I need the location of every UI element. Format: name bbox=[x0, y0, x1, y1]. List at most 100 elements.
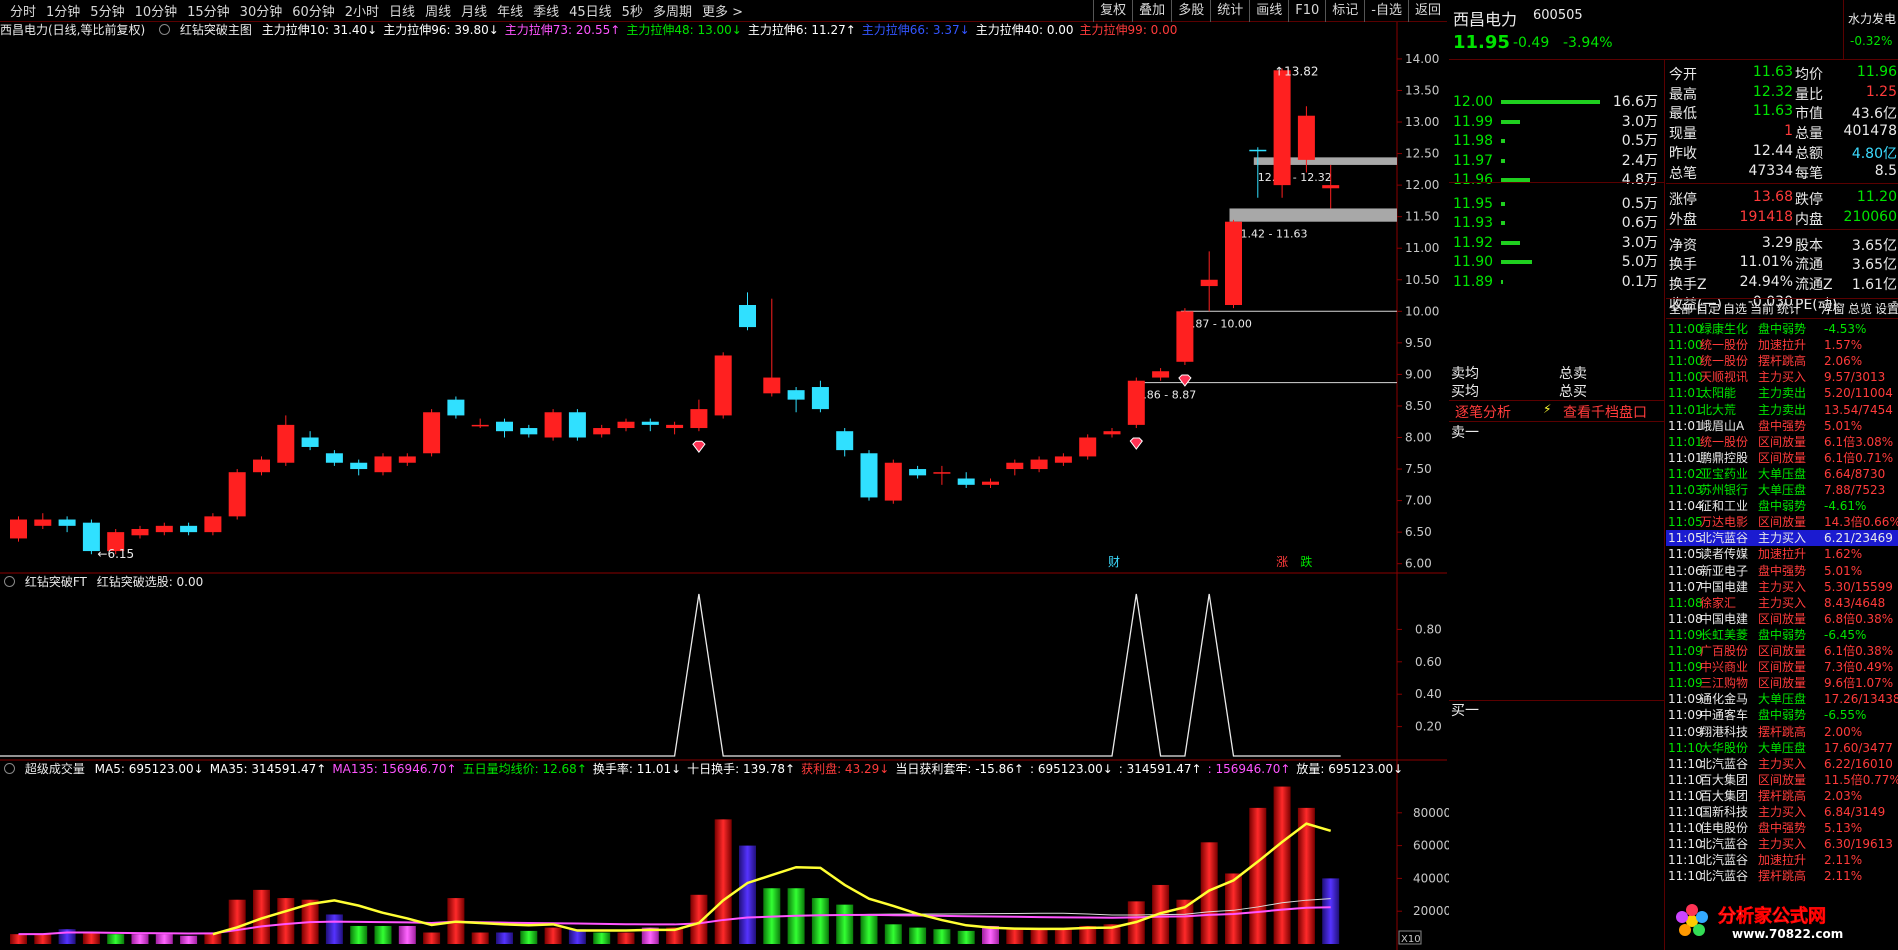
orderbook-row[interactable]: 11.98 0.5万 bbox=[1449, 131, 1664, 151]
feed-row[interactable]: 11:00 绿康生化 盘中弱势 -4.53% bbox=[1666, 321, 1898, 337]
feed-time: 11:06 bbox=[1668, 563, 1703, 578]
red-diamond-icon bbox=[1178, 374, 1192, 387]
feed-tab-2[interactable]: 自选 bbox=[1723, 300, 1747, 317]
feed-value: 6.21/23469 bbox=[1824, 531, 1893, 546]
feed-row[interactable]: 11:09 中通客车 盘中弱势 -6.55% bbox=[1666, 707, 1898, 723]
feed-row[interactable]: 11:00 天顺视讯 主力买入 9.57/3013 bbox=[1666, 369, 1898, 385]
orderbook-row[interactable]: 11.90 5.0万 bbox=[1449, 252, 1664, 272]
feed-value: 5.01% bbox=[1824, 563, 1863, 578]
orderbook-row[interactable]: 11.92 3.0万 bbox=[1449, 233, 1664, 253]
volume-bar bbox=[933, 929, 951, 944]
param-4: 主力拉伸6: 11.27↑ bbox=[747, 23, 856, 37]
orderbook-price: 11.92 bbox=[1453, 234, 1494, 251]
feed-event: 大单压盘 bbox=[1758, 692, 1807, 707]
feed-row[interactable]: 11:00 统一股份 摆杆跳高 2.06% bbox=[1666, 353, 1898, 369]
feed-row[interactable]: 11:10 北汽蓝谷 主力买入 6.30/19613 bbox=[1666, 836, 1898, 852]
feed-row[interactable]: 11:10 大华股份 大单压盘 17.60/3477 bbox=[1666, 740, 1898, 756]
feed-row[interactable]: 11:09 广百股份 区间放量 6.1倍0.38% bbox=[1666, 643, 1898, 659]
candle-body bbox=[253, 459, 270, 473]
feed-time: 11:10 bbox=[1668, 756, 1703, 771]
feed-tab-6[interactable]: 总览 bbox=[1848, 300, 1872, 317]
signal-tick-label: 0.80 bbox=[1415, 622, 1442, 636]
orderbook-row[interactable]: 11.99 3.0万 bbox=[1449, 112, 1664, 132]
feed-row[interactable]: 11:01 峨眉山A 盘中强势 5.01% bbox=[1666, 418, 1898, 434]
feed-row[interactable]: 11:07 中国电建 主力买入 5.30/15599 bbox=[1666, 579, 1898, 595]
orderbook-volume-bar bbox=[1501, 139, 1506, 143]
feed-value: -6.55% bbox=[1824, 708, 1867, 723]
gear-icon[interactable] bbox=[159, 24, 171, 35]
feed-row[interactable]: 11:05 北汽蓝谷 主力买入 6.21/23469 bbox=[1666, 530, 1898, 547]
orderbook-row[interactable]: 11.93 0.6万 bbox=[1449, 213, 1664, 233]
chart-area[interactable]: 14.00 13.50 13.00 12.50 12.00 11.50 11.00 10.50… bbox=[0, 0, 1449, 950]
feed-stock: 国新科技 bbox=[1700, 805, 1749, 819]
mid-indicator-label[interactable]: 红钻突破FT bbox=[25, 575, 87, 589]
price-tick-label: 12.50 bbox=[1405, 147, 1439, 161]
orderbook-row[interactable]: 11.89 0.1万 bbox=[1449, 272, 1664, 292]
feed-row[interactable]: 11:08 徐家汇 主力买入 8.43/4648 bbox=[1666, 595, 1898, 611]
feed-tab-5[interactable]: 浮窗 bbox=[1821, 300, 1845, 317]
gear-icon[interactable] bbox=[4, 576, 15, 587]
volume-bar bbox=[496, 932, 513, 944]
orderbook-row[interactable]: 11.97 2.4万 bbox=[1449, 151, 1664, 171]
feed-value: 1.57% bbox=[1824, 338, 1863, 353]
stat-value: 43.6亿 bbox=[1851, 106, 1897, 123]
feed-row[interactable]: 11:03 苏州银行 大单压盘 7.88/7523 bbox=[1666, 482, 1898, 498]
candle-body bbox=[568, 412, 586, 438]
industry-badge[interactable]: 水力发电 -0.32% bbox=[1843, 0, 1898, 60]
feed-tab-0[interactable]: 全部 bbox=[1669, 300, 1693, 317]
order-depth-link[interactable]: 查看千档盘口 bbox=[1563, 402, 1647, 422]
feed-row[interactable]: 11:10 国新科技 主力买入 6.84/3149 bbox=[1666, 804, 1898, 820]
feed-tab-4[interactable]: 统计 bbox=[1777, 300, 1801, 317]
feed-row[interactable]: 11:10 百大集团 区间放量 11.5倍0.77% bbox=[1666, 772, 1898, 788]
tick-analysis-link[interactable]: 逐笔分析 bbox=[1455, 402, 1511, 422]
feed-stock: 百大集团 bbox=[1700, 772, 1749, 787]
feed-row[interactable]: 11:01 统一股份 区间放量 6.1倍3.08% bbox=[1666, 434, 1898, 450]
gear-icon[interactable] bbox=[4, 763, 15, 774]
orderbook-price: 11.98 bbox=[1453, 133, 1494, 149]
feed-row[interactable]: 11:09 翔港科技 摆杆跳高 2.00% bbox=[1666, 724, 1898, 740]
feed-row[interactable]: 11:10 佳电股份 盘中强势 5.13% bbox=[1666, 820, 1898, 836]
feed-row[interactable]: 11:09 长虹美菱 盘中弱势 -6.45% bbox=[1666, 627, 1898, 643]
orderbook-volume: 0.5万 bbox=[1621, 195, 1658, 212]
candle-body bbox=[1249, 149, 1267, 152]
feed-row[interactable]: 11:10 北汽蓝谷 摆杆跳高 2.11% bbox=[1666, 868, 1898, 884]
stat-value: 1.25 bbox=[1865, 83, 1897, 100]
feed-row[interactable]: 11:01 鹏鼎控股 区间放量 6.1倍0.71% bbox=[1666, 450, 1898, 466]
feed-row[interactable]: 11:05 读者传媒 加速拉升 1.62% bbox=[1666, 546, 1898, 562]
feed-row[interactable]: 11:01 北大荒 主力卖出 13.54/7454 bbox=[1666, 402, 1898, 418]
indicator-label[interactable]: 红钻突破主图 bbox=[180, 23, 252, 37]
orderbook-row[interactable]: 12.00 16.6万 bbox=[1449, 92, 1664, 112]
feed-row[interactable]: 11:02 亚宝药业 大单压盘 6.64/8730 bbox=[1666, 466, 1898, 482]
orderbook-row[interactable]: 11.96 4.8万 bbox=[1449, 170, 1664, 190]
feed-stock: 百大集团 bbox=[1700, 788, 1749, 803]
price-tick-label: 7.00 bbox=[1405, 494, 1432, 508]
feed-time: 11:02 bbox=[1668, 466, 1703, 481]
feed-row[interactable]: 11:10 百大集团 摆杆跳高 2.03% bbox=[1666, 788, 1898, 804]
candle-body bbox=[301, 437, 319, 447]
feed-row[interactable]: 11:09 通化金马 大单压盘 17.26/13438 bbox=[1666, 691, 1898, 707]
band-label-2: 9.87 - 10.00 bbox=[1185, 317, 1252, 330]
feed-row[interactable]: 11:09 三江购物 区间放量 9.6倍1.07% bbox=[1666, 675, 1898, 691]
orderbook-row[interactable]: 11.95 0.5万 bbox=[1449, 194, 1664, 214]
feed-row[interactable]: 11:10 北汽蓝谷 主力买入 6.22/16010 bbox=[1666, 756, 1898, 772]
feed-row[interactable]: 11:10 北汽蓝谷 加速拉升 2.11% bbox=[1666, 852, 1898, 868]
feed-event: 盘中强势 bbox=[1758, 418, 1807, 433]
feed-row[interactable]: 11:05 万达电影 区间放量 14.3倍0.66% bbox=[1666, 514, 1898, 530]
feed-tab-3[interactable]: 当前 bbox=[1750, 300, 1774, 317]
feed-tab-7[interactable]: 设置 bbox=[1875, 300, 1898, 317]
feed-row[interactable]: 11:01 太阳能 主力卖出 5.20/11004 bbox=[1666, 385, 1898, 401]
feed-row[interactable]: 11:08 中国电建 区间放量 6.8倍0.38% bbox=[1666, 611, 1898, 627]
feed-tab-1[interactable]: 自定 bbox=[1696, 300, 1720, 317]
stat-label: 最低 bbox=[1669, 106, 1697, 123]
feed-row[interactable]: 11:00 统一股份 加速拉升 1.57% bbox=[1666, 337, 1898, 353]
volume-indicator-label[interactable]: 超级成交量 bbox=[25, 762, 85, 776]
feed-event: 区间放量 bbox=[1758, 611, 1807, 626]
mid-value-label: 红钻突破选股: 0.00 bbox=[96, 575, 204, 589]
price-tick-label: 9.00 bbox=[1405, 367, 1432, 381]
feed-time: 11:04 bbox=[1668, 499, 1703, 514]
feed-row[interactable]: 11:04 征和工业 盘中弱势 -4.61% bbox=[1666, 498, 1898, 514]
feed-stock: 苏州银行 bbox=[1700, 483, 1749, 497]
feed-time: 11:10 bbox=[1668, 772, 1703, 787]
feed-row[interactable]: 11:06 新亚电子 盘中强势 5.01% bbox=[1666, 563, 1898, 579]
feed-row[interactable]: 11:09 中兴商业 区间放量 7.3倍0.49% bbox=[1666, 659, 1898, 675]
